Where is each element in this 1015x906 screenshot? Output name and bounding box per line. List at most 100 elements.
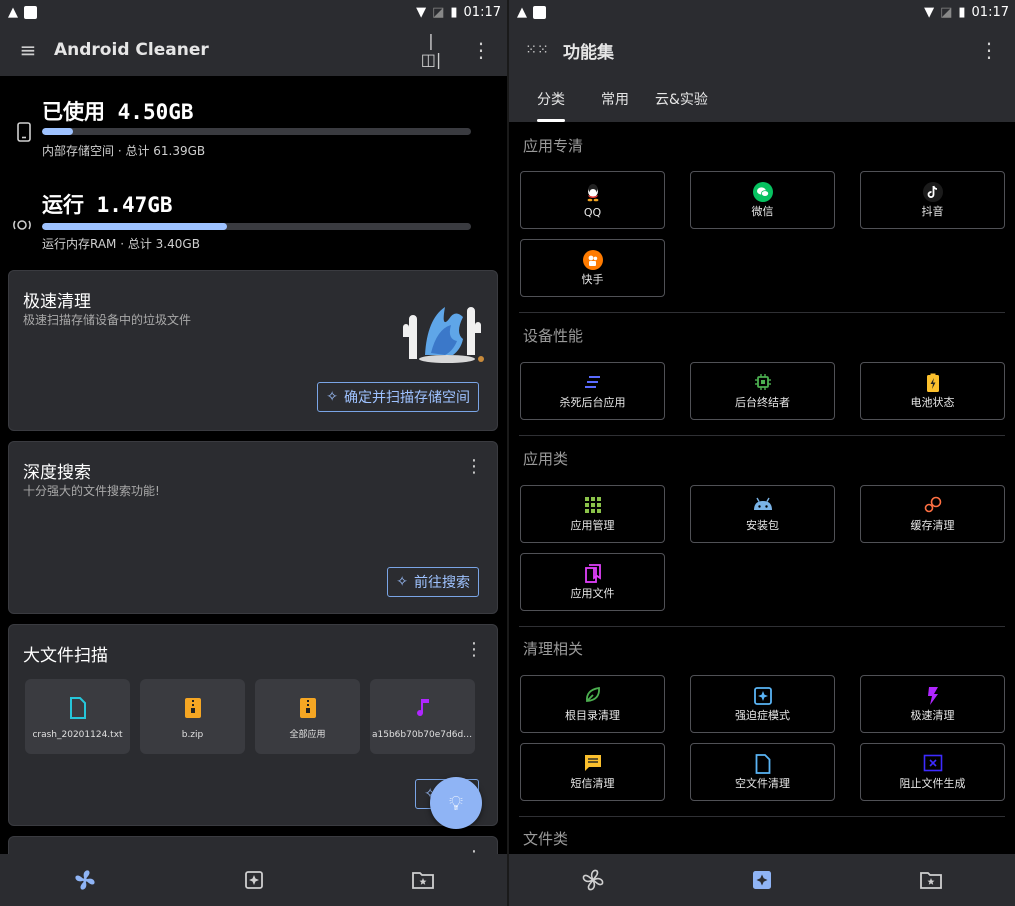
go-search-button[interactable]: ✧ 前往搜索	[387, 567, 479, 597]
ram-meter[interactable]: 运行 1.47GB 运行内存RAM · 总计 3.40GB	[13, 171, 471, 266]
android-icon	[753, 497, 772, 510]
apps-grid-icon[interactable]: ⁙⁙	[525, 42, 549, 58]
star-folder-icon	[919, 872, 942, 889]
list-item[interactable]: crash_20201124.txt	[25, 679, 130, 754]
section-divider	[519, 816, 1005, 817]
wifi-icon: ▼	[416, 4, 427, 20]
star-folder-icon	[411, 872, 434, 889]
storage-sub: 内部存储空间 · 总计 61.39GB	[42, 144, 206, 158]
storage-progress-fill	[42, 128, 74, 135]
more-icon[interactable]: ⋮	[465, 639, 483, 660]
tile-root-clean[interactable]: 根目录清理	[520, 675, 665, 733]
fan-icon	[582, 869, 604, 891]
ram-sub: 运行内存RAM · 总计 3.40GB	[42, 237, 200, 251]
sparkle-box-icon	[753, 687, 772, 705]
list-item[interactable]: 全部应用	[255, 679, 360, 754]
sparkle-box-icon	[244, 871, 263, 889]
tile-app-management[interactable]: 应用管理	[520, 485, 665, 543]
tile-block-file-generation[interactable]: 阻止文件生成	[860, 743, 1005, 801]
deep-search-card[interactable]: 深度搜索 十分强大的文件搜索功能! ⋮ ✧ 前往搜索	[8, 441, 498, 614]
tile-background-terminator[interactable]: 后台终结者	[690, 362, 835, 420]
nav-files[interactable]	[901, 860, 961, 900]
notification-icon	[533, 5, 546, 19]
tile-ocd-mode[interactable]: 强迫症模式	[690, 675, 835, 733]
tile-kuaishou[interactable]: 快手	[520, 239, 665, 297]
tile-empty-file-clean[interactable]: 空文件清理	[690, 743, 835, 801]
ram-icon	[13, 220, 31, 230]
storage-meter[interactable]: 已使用 4.50GB 内部存储空间 · 总计 61.39GB	[14, 76, 471, 171]
tile-label: 安装包	[746, 519, 779, 532]
tile-sms-clean[interactable]: 短信清理	[520, 743, 665, 801]
scan-storage-button[interactable]: ✧ 确定并扫描存储空间	[317, 382, 479, 412]
battery-icon	[926, 373, 939, 392]
tile-battery-status[interactable]: 电池状态	[860, 362, 1005, 420]
tile-label: 极速清理	[910, 709, 955, 722]
tile-cache-clean[interactable]: 缓存清理	[860, 485, 1005, 543]
tile-label: QQ	[583, 206, 602, 219]
tab-common[interactable]: 常用	[591, 76, 639, 122]
quick-clean-card[interactable]: 极速清理 极速扫描存储设备中的垃圾文件 ✧ 确定并扫描存储空间	[8, 270, 498, 431]
zip-icon	[184, 698, 201, 718]
large-file-list: crash_20201124.txt b.zip 全部应用 a15b6b70b7…	[25, 679, 475, 754]
notification-icon	[24, 5, 37, 19]
signal-icon: ◪	[940, 4, 953, 20]
clean-fab[interactable]: 💡︎	[430, 777, 482, 829]
wechat-icon	[752, 182, 773, 202]
tile-install-package[interactable]: 安装包	[690, 485, 835, 543]
bubbles-icon	[924, 496, 941, 513]
kuaishou-icon	[582, 250, 603, 270]
grid-device-performance: 杀死后台应用 后台终结者 电池状态	[520, 362, 1007, 420]
tile-label: 空文件清理	[735, 777, 790, 790]
scan-storage-label: 确定并扫描存储空间	[344, 390, 470, 406]
file-icon	[69, 697, 86, 719]
bottom-nav	[509, 854, 1015, 906]
tile-label: 根目录清理	[565, 709, 620, 722]
leaf-icon	[585, 686, 600, 702]
grid-clean-related: 根目录清理 强迫症模式 极速清理 短信清理 空文件清理 阻止文件生成	[520, 675, 1007, 801]
section-title-files: 文件类	[523, 830, 569, 848]
tile-wechat[interactable]: 微信	[690, 171, 835, 229]
app-bar: ⁙⁙ 功能集 ⋮	[509, 24, 1015, 76]
menu-icon[interactable]: ≡	[16, 38, 40, 62]
large-file-scan-card[interactable]: 大文件扫描 ⋮ crash_20201124.txt b.zip 全部应用 a1…	[8, 624, 498, 826]
file-name: crash_20201124.txt	[32, 730, 123, 740]
tile-douyin[interactable]: 抖音	[860, 171, 1005, 229]
section-title-device-performance: 设备性能	[523, 327, 584, 345]
block-file-icon	[923, 754, 942, 772]
nav-clean[interactable]	[55, 860, 115, 900]
card-desc: 极速扫描存储设备中的垃圾文件	[23, 313, 192, 327]
warning-icon: ▲	[8, 4, 18, 20]
nav-features[interactable]	[732, 860, 792, 900]
more-icon[interactable]: ⋮	[465, 456, 483, 477]
grid-apps: 应用管理 安装包 缓存清理 应用文件	[520, 485, 1007, 611]
tab-cloud-lab[interactable]: 云&实验	[645, 76, 718, 122]
tile-app-files[interactable]: 应用文件	[520, 553, 665, 611]
left-screen: ▲ ▼ ◪ ▮ 01:17 ≡ Android Cleaner |◫| ⋮ 已使…	[0, 0, 507, 906]
sparkle-box-icon	[752, 871, 771, 889]
nav-clean[interactable]	[563, 860, 623, 900]
vibrate-icon[interactable]: |◫|	[419, 31, 443, 69]
file-name: 全部应用	[289, 730, 326, 740]
section-title-app-clean: 应用专清	[523, 137, 584, 155]
signal-icon: ◪	[432, 4, 445, 20]
more-icon[interactable]: ⋮	[977, 38, 1001, 62]
wifi-icon: ▼	[924, 4, 935, 20]
card-title: 极速清理	[23, 292, 91, 312]
tab-category[interactable]: 分类	[527, 76, 575, 122]
list-item[interactable]: a15b6b70b70e7d6d3...	[370, 679, 475, 754]
card-title: 大文件扫描	[23, 646, 108, 666]
tile-label: 抖音	[921, 205, 944, 218]
tile-kill-background[interactable]: 杀死后台应用	[520, 362, 665, 420]
nav-features[interactable]	[224, 860, 284, 900]
tile-label: 短信清理	[570, 777, 615, 790]
tile-label: 应用管理	[570, 519, 615, 532]
tile-qq[interactable]: QQ	[520, 171, 665, 229]
more-icon[interactable]: ⋮	[469, 38, 493, 62]
phone-icon	[17, 122, 31, 142]
tile-quick-clean[interactable]: 极速清理	[860, 675, 1005, 733]
bookmark-folder-icon	[584, 564, 601, 583]
list-item[interactable]: b.zip	[140, 679, 245, 754]
nav-files[interactable]	[393, 860, 453, 900]
grid-app-clean: QQ 微信 抖音 快手	[520, 171, 1007, 297]
chip-icon	[754, 374, 771, 390]
